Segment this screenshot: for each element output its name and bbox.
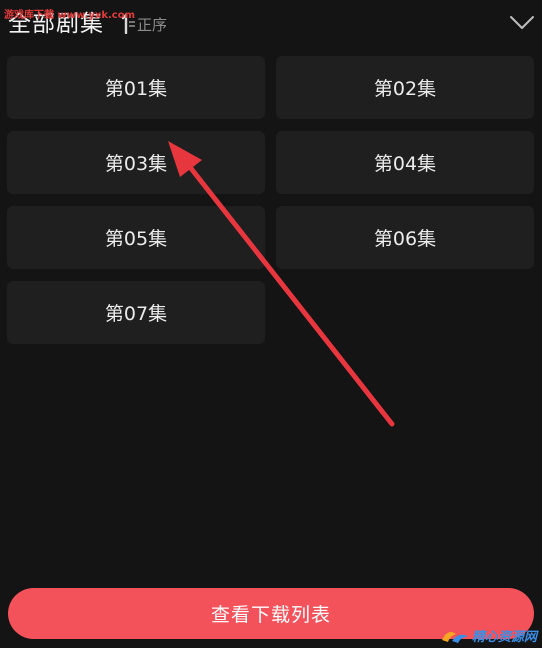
episode-label: 第01集	[104, 78, 168, 100]
episode-tile-02[interactable]: 第02集	[276, 56, 534, 119]
episode-label: 第05集	[104, 228, 168, 250]
episode-tile-05[interactable]: 第05集	[7, 206, 265, 269]
episode-label: 第06集	[373, 228, 437, 250]
episode-grid: 第01集 第02集 第03集 第04集 第05集 第06集 第07集	[7, 56, 535, 344]
episode-tile-07[interactable]: 第07集	[7, 281, 265, 344]
logo-text: 精心资源网	[472, 629, 538, 645]
episode-label: 第02集	[373, 78, 437, 100]
episode-tile-04[interactable]: 第04集	[276, 131, 534, 194]
site-watermark: 游戏库下载 www.yxk.com	[4, 10, 135, 21]
logo-icon	[440, 626, 470, 644]
episode-label: 第04集	[373, 153, 437, 175]
episode-tile-06[interactable]: 第06集	[276, 206, 534, 269]
chevron-down-icon	[510, 16, 534, 29]
view-download-list-label: 查看下载列表	[210, 604, 331, 626]
episode-label: 第03集	[104, 153, 168, 175]
episode-tile-01[interactable]: 第01集	[7, 56, 265, 119]
collapse-button[interactable]	[509, 12, 535, 32]
episode-tile-03[interactable]: 第03集	[7, 131, 265, 194]
sort-label: 正序	[137, 15, 168, 34]
episode-label: 第07集	[104, 303, 168, 325]
site-logo-watermark: 精心资源网	[440, 626, 540, 645]
